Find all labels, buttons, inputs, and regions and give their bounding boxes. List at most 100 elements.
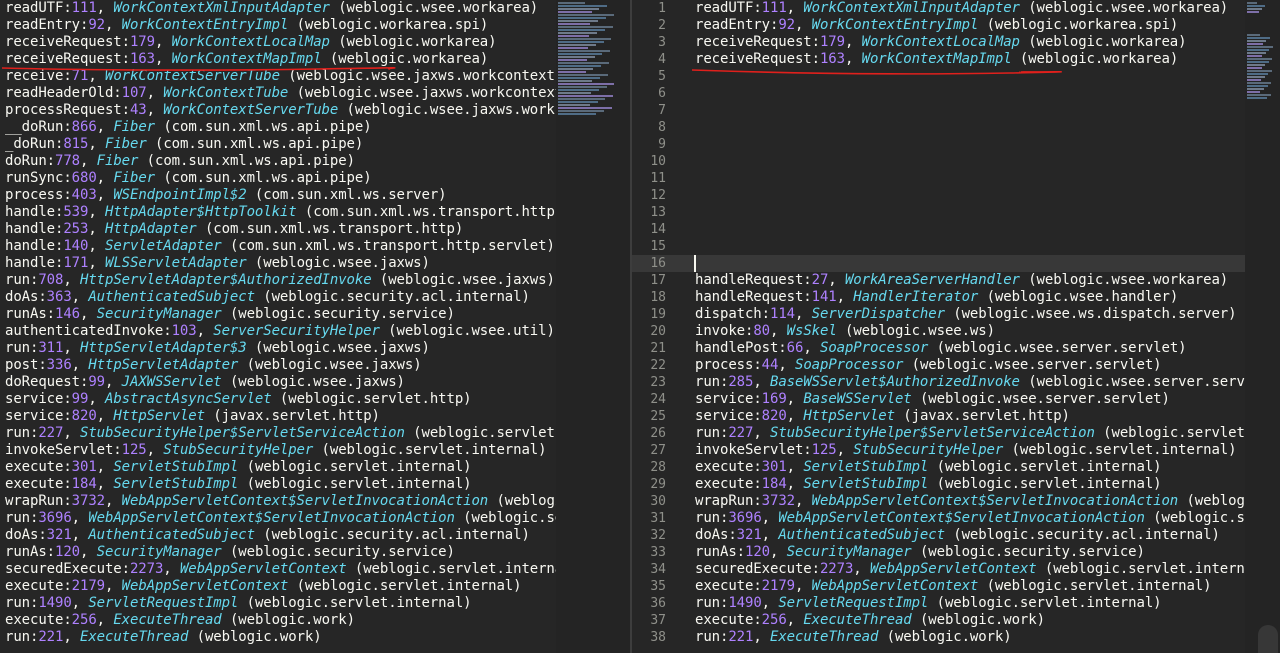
- package-name: weblogic.wsee.jaxws: [263, 340, 422, 356]
- package-name: weblogic.wsee.jaxws.workcon: [354, 102, 556, 118]
- stack-frame-line: doRequest:99, JAXWSServlet (weblogic.wse…: [5, 374, 405, 390]
- class-name: HttpServletAdapter: [88, 357, 239, 373]
- gutter-line-number: 32: [650, 528, 666, 543]
- class-name: WorkContextXmlInputAdapter: [113, 0, 330, 16]
- source-line-number: 680: [71, 170, 97, 186]
- minimap-line: [558, 23, 591, 25]
- stack-frame-line: runAs:120, SecurityManager (weblogic.sec…: [695, 544, 1145, 560]
- minimap-line: [558, 107, 612, 109]
- package-name: weblogic.servlet.internal: [304, 578, 514, 594]
- package-name: weblogic.servlet.internal: [1053, 561, 1245, 577]
- package-name: com.sun.xml.ws.transport.http.servlet: [238, 238, 547, 254]
- class-name: WebAppServletContext$ServletInvocationAc…: [778, 510, 1145, 526]
- method-name: run: [695, 629, 720, 645]
- package-name: weblogic.wsee.jaxws: [254, 357, 414, 373]
- gutter-line-number: 36: [650, 596, 666, 611]
- package-name: weblogic.security.acl.internal: [271, 289, 522, 305]
- minimap-line: [558, 32, 597, 34]
- source-line-number: 866: [71, 119, 97, 135]
- minimap-line: [1247, 58, 1273, 60]
- method-name: __doRun: [5, 119, 64, 135]
- class-name: ExecuteThread: [770, 629, 879, 645]
- stack-frame-line: execute:184, ServletStubImpl (weblogic.s…: [695, 476, 1162, 492]
- source-line-number: 179: [129, 34, 155, 50]
- gutter-line-number: 33: [650, 545, 666, 560]
- source-line-number: 256: [761, 612, 787, 628]
- stack-frame-line: run:285, BaseWSServlet$AuthorizedInvoke …: [695, 374, 1245, 391]
- method-name: securedExecute: [5, 561, 122, 577]
- gutter-line-number: 16: [650, 256, 666, 271]
- source-line-number: 2179: [71, 578, 105, 594]
- stack-frame-line: service:820, HttpServlet (javax.servlet.…: [5, 408, 380, 424]
- method-name: doAs: [695, 527, 729, 543]
- source-line-number: 80: [753, 323, 770, 339]
- class-name: SoapProcessor: [795, 357, 904, 373]
- source-line-number: 92: [778, 17, 795, 33]
- source-line-number: 66: [786, 340, 804, 356]
- right-editor-pane[interactable]: readUTF:111, WorkContextXmlInputAdapter …: [690, 0, 1245, 653]
- gutter-line-number: 22: [650, 358, 666, 373]
- package-name: weblogic.wsee.server.servlet: [944, 340, 1179, 356]
- right-minimap[interactable]: [1245, 0, 1280, 653]
- class-name: AbstractAsyncServlet: [105, 391, 272, 407]
- minimap-line: [1247, 70, 1272, 72]
- minimap-line: [558, 74, 608, 76]
- gutter-line-number: 34: [650, 562, 666, 577]
- package-name: weblogic.: [504, 493, 556, 509]
- stack-frame-line: wrapRun:3732, WebAppServletContext$Servl…: [5, 493, 556, 510]
- class-name: WorkContextServerTube: [105, 68, 280, 84]
- left-editor-pane[interactable]: readUTF:111, WorkContextXmlInputAdapter …: [0, 0, 556, 653]
- source-line-number: 227: [728, 425, 754, 441]
- minimap-line: [558, 86, 607, 88]
- method-name: wrapRun: [5, 493, 64, 509]
- class-name: WorkContextXmlInputAdapter: [803, 0, 1020, 16]
- minimap-line: [558, 92, 591, 94]
- class-name: WorkContextServerTube: [163, 102, 339, 118]
- minimap-line: [1247, 5, 1266, 7]
- class-name: StubSecurityHelper: [163, 442, 314, 458]
- stack-frame-line: dispatch:114, ServerDispatcher (weblogic…: [695, 306, 1237, 322]
- class-name: BaseWSServlet$AuthorizedInvoke: [770, 374, 1020, 390]
- gutter-line-number: 13: [650, 205, 666, 220]
- gutter-line-number: 35: [650, 579, 666, 594]
- class-name: WebAppServletContext$ServletInvocationAc…: [121, 493, 489, 509]
- class-name: WsSkel: [786, 323, 837, 339]
- package-name: weblogic.servlet.internal: [363, 561, 556, 577]
- minimap-line: [1247, 40, 1267, 42]
- stack-frame-line: doRun:778, Fiber (com.sun.xml.ws.api.pip…: [5, 153, 355, 169]
- method-name: handleRequest: [695, 272, 804, 288]
- method-name: execute: [695, 459, 754, 475]
- class-name: WorkContextEntryImpl: [121, 17, 289, 33]
- stack-frame-line: receiveRequest:163, WorkContextMapImpl (…: [695, 51, 1179, 67]
- left-minimap[interactable]: [556, 0, 630, 653]
- source-line-number: 3732: [761, 493, 795, 509]
- package-name: javax.servlet.http: [911, 408, 1062, 424]
- package-name: weblogic.servlet.internal: [254, 459, 464, 475]
- package-name: com.sun.xml.ws.api.pipe: [163, 136, 355, 152]
- minimap-line: [1247, 79, 1261, 81]
- method-name: doRequest: [5, 374, 80, 390]
- minimap-line: [558, 83, 615, 85]
- class-name: HttpServlet: [113, 408, 205, 424]
- method-name: invokeServlet: [5, 442, 114, 458]
- stack-frame-line: process:403, WSEndpointImpl$2 (com.sun.x…: [5, 187, 447, 203]
- minimap-line: [1247, 85, 1268, 87]
- minimap-line: [558, 62, 609, 64]
- method-name: run: [5, 272, 30, 288]
- source-line-number: 221: [38, 629, 64, 645]
- class-name: StubSecurityHelper$ServletServiceAction: [80, 425, 405, 441]
- scrollbar-thumb[interactable]: [1258, 625, 1278, 653]
- class-name: ServletStubImpl: [803, 476, 929, 492]
- source-line-number: 539: [63, 204, 89, 220]
- minimap-line: [558, 17, 606, 19]
- source-line-number: 778: [55, 153, 80, 169]
- gutter-line-number: 11: [650, 171, 666, 186]
- gutter-line-number: 24: [650, 392, 666, 407]
- source-line-number: 141: [811, 289, 837, 305]
- package-name: weblogic.servlet.in: [421, 425, 556, 441]
- package-name: weblogic.servlet.internal: [994, 578, 1204, 594]
- stack-frame-line: invokeServlet:125, StubSecurityHelper (w…: [695, 442, 1237, 458]
- source-line-number: 71: [71, 68, 89, 84]
- package-name: weblogic.wsee.workarea: [346, 0, 530, 16]
- package-name: weblogic.wsee.jaxws.workcontext: [296, 68, 555, 84]
